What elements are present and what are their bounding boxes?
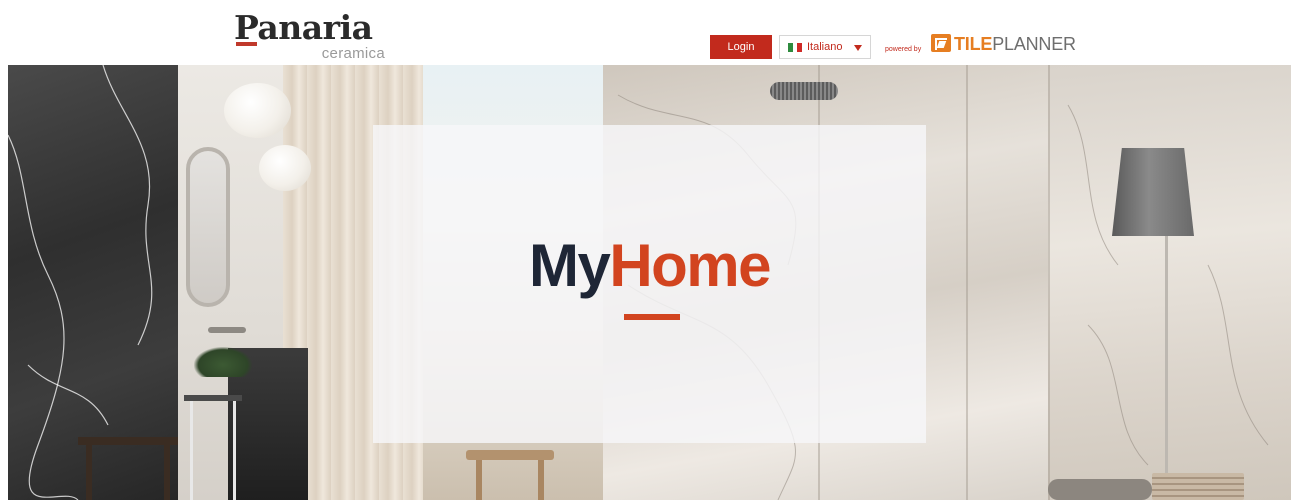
side-table <box>78 437 178 445</box>
powered-by-label: powered by <box>885 46 922 53</box>
floor-lamp-shade <box>1112 148 1194 236</box>
stacked-books <box>1152 473 1244 500</box>
myhome-title: MyHome <box>373 232 926 300</box>
panaria-logo[interactable]: Panaria ceramica <box>234 8 389 64</box>
potted-plants <box>194 347 252 377</box>
tileplanner-brand: TILEPLANNER <box>954 34 1076 54</box>
wooden-stool <box>466 450 554 460</box>
caret-down-icon <box>854 45 862 51</box>
stool-legs <box>190 401 236 500</box>
title-accent-bar <box>624 314 680 320</box>
wall-tap <box>208 327 246 333</box>
wall-mirror <box>186 147 230 307</box>
logo-subtitle: ceramica <box>321 45 385 62</box>
tileplanner-brand-bold: TILE <box>954 34 993 54</box>
language-selected: Italiano <box>807 41 843 53</box>
pendant-lamp <box>259 145 311 191</box>
showerhead <box>770 82 838 100</box>
tileplanner-logo-icon <box>931 34 951 52</box>
wooden-stool-legs <box>476 460 544 500</box>
title-part-my: My <box>528 232 611 299</box>
tileplanner-brand-light: PLANNER <box>992 34 1076 54</box>
pendant-lamp <box>224 83 291 138</box>
side-table-legs <box>86 445 170 500</box>
login-button[interactable]: Login <box>710 35 772 59</box>
cushion <box>1048 479 1152 500</box>
site-header: Panaria ceramica Login Italiano powered … <box>0 0 1291 65</box>
language-selector[interactable]: Italiano <box>779 35 871 59</box>
powered-by-tileplanner[interactable]: powered by TILEPLANNER <box>885 32 1076 60</box>
logo-accent-bar <box>236 42 257 46</box>
title-part-home: Home <box>609 232 771 299</box>
italy-flag-icon <box>788 42 803 52</box>
hero-title-card: MyHome <box>373 125 926 443</box>
floor-lamp-pole <box>1165 236 1168 500</box>
